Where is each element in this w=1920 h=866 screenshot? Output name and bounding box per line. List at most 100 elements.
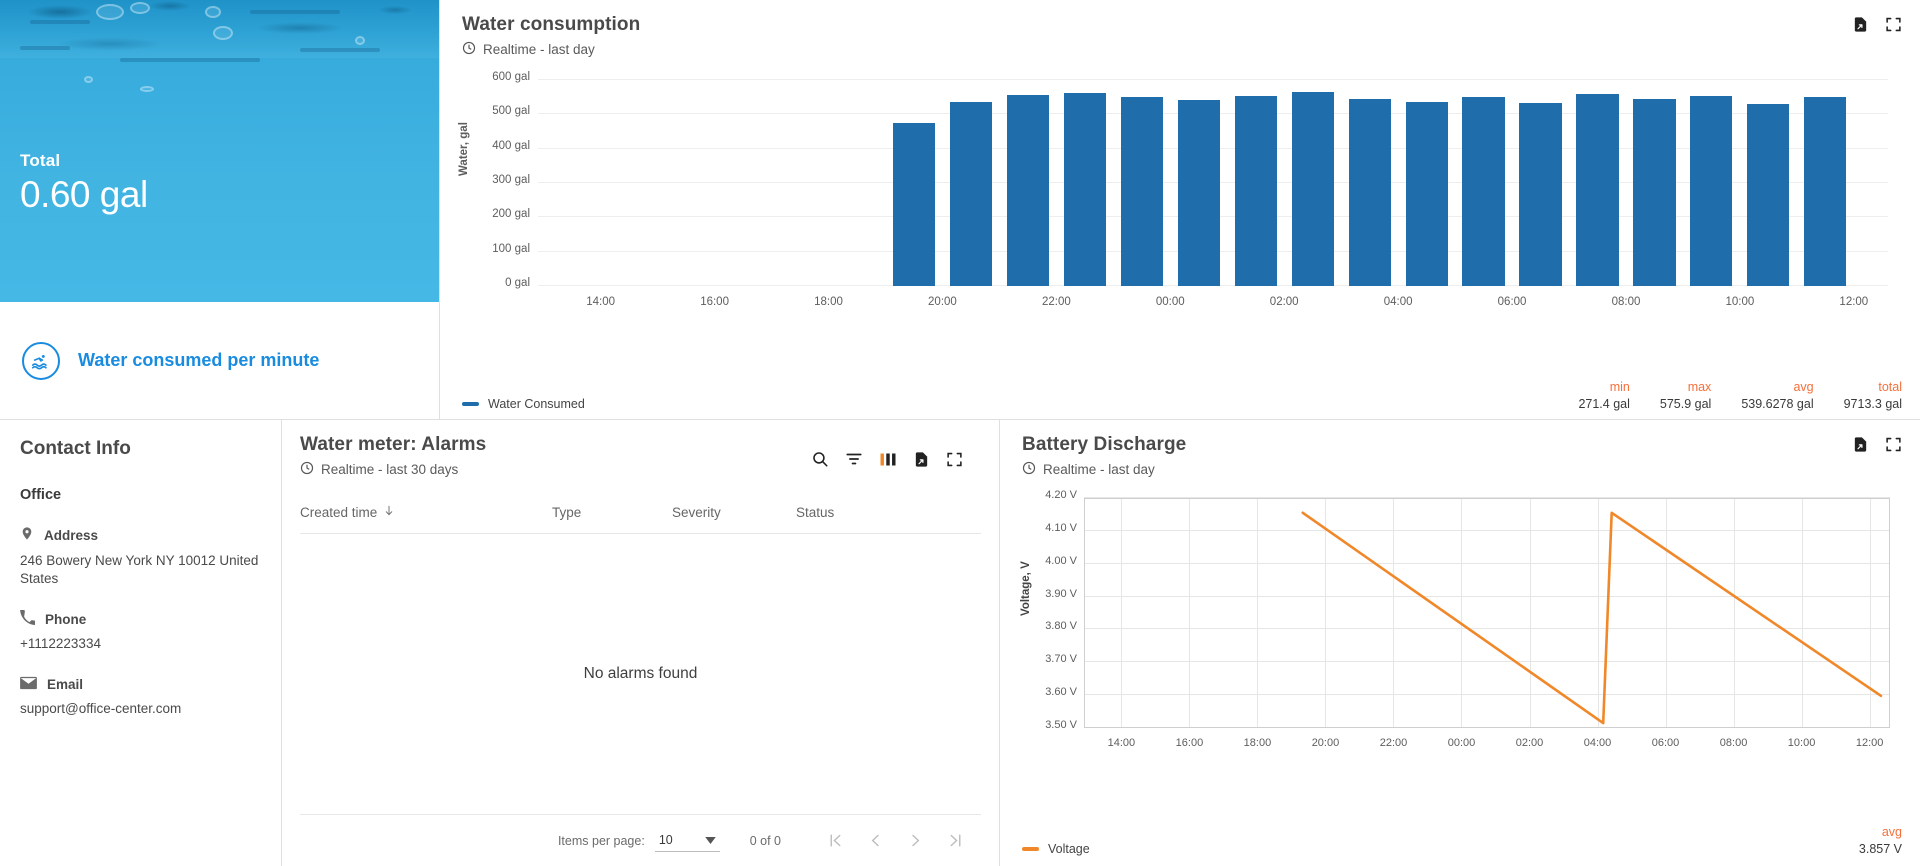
x-tick-label: 10:00 <box>1788 737 1816 749</box>
water-total-card: Total 0.60 gal Water consumed per minute <box>0 0 440 420</box>
contact-address-value: 246 Bowery New York NY 10012 United Stat… <box>20 552 261 588</box>
x-tick-label: 06:00 <box>1498 296 1527 308</box>
battery-title: Battery Discharge <box>1022 434 1898 456</box>
sort-descending-icon <box>383 504 395 520</box>
battery-subtitle-row: Realtime - last day <box>1022 461 1898 478</box>
water-streak-decor <box>30 20 90 24</box>
stat-key: avg <box>1741 380 1813 394</box>
column-header-severity[interactable]: Severity <box>672 504 796 520</box>
bar[interactable] <box>1519 103 1561 286</box>
bar[interactable] <box>1747 104 1789 286</box>
x-tick-label: 10:00 <box>1726 296 1755 308</box>
water-legend-item[interactable]: Water Consumed <box>462 397 585 411</box>
fullscreen-icon[interactable] <box>1885 436 1902 453</box>
stat-value: 3.857 V <box>1859 842 1902 856</box>
export-report-icon[interactable] <box>1852 436 1869 453</box>
bar[interactable] <box>1633 99 1675 286</box>
fullscreen-icon[interactable] <box>1885 16 1902 33</box>
water-streak-decor <box>300 48 380 52</box>
x-tick-label: 00:00 <box>1156 296 1185 308</box>
stat-item: avg 539.6278 gal <box>1741 380 1813 411</box>
x-tick-label: 12:00 <box>1839 296 1868 308</box>
column-header-type[interactable]: Type <box>552 504 672 520</box>
column-header-status[interactable]: Status <box>796 504 981 520</box>
y-tick-label: 3.60 V <box>1045 686 1077 698</box>
bar[interactable] <box>1121 97 1163 286</box>
x-tick-label: 12:00 <box>1856 737 1884 749</box>
page-range-label: 0 of 0 <box>750 834 781 848</box>
x-tick-label: 02:00 <box>1516 737 1544 749</box>
water-bubble-decor <box>205 6 221 18</box>
stat-item: avg3.857 V <box>1859 825 1902 856</box>
bar[interactable] <box>1235 96 1277 286</box>
battery-plot: Voltage, V 3.50 V3.60 V3.70 V3.80 V3.90 … <box>1022 492 1898 762</box>
water-consumed-per-minute-label: Water consumed per minute <box>78 350 319 371</box>
water-streak-decor <box>20 46 70 50</box>
previous-page-icon[interactable] <box>855 821 895 861</box>
pool-swimmer-icon <box>22 342 60 380</box>
battery-toolbar <box>1852 436 1902 453</box>
search-icon[interactable] <box>811 450 829 468</box>
water-consumption-plot: Water, gal 0 gal100 gal200 gal300 gal400… <box>462 72 1898 322</box>
y-tick-label: 3.70 V <box>1045 653 1077 665</box>
fullscreen-icon[interactable] <box>946 451 963 468</box>
stat-value: 539.6278 gal <box>1741 397 1813 411</box>
contact-address-head: Address <box>20 525 261 545</box>
items-per-page-value: 10 <box>659 833 673 847</box>
items-per-page-select[interactable]: 10 <box>655 830 720 852</box>
x-tick-label: 16:00 <box>1176 737 1204 749</box>
bar[interactable] <box>1007 95 1049 286</box>
export-report-icon[interactable] <box>913 451 930 468</box>
water-legend-label: Water Consumed <box>488 397 585 411</box>
water-hero-image: Total 0.60 gal <box>0 0 439 302</box>
bar[interactable] <box>1576 94 1618 286</box>
stat-value: 575.9 gal <box>1660 397 1711 411</box>
legend-color-swatch <box>1022 847 1039 851</box>
last-page-icon[interactable] <box>935 821 975 861</box>
clock-icon <box>1022 461 1036 478</box>
water-y-axis-title: Water, gal <box>458 122 470 176</box>
bar[interactable] <box>1064 93 1106 286</box>
stat-item: max 575.9 gal <box>1660 380 1711 411</box>
bar[interactable] <box>1462 97 1504 286</box>
column-header-created-time[interactable]: Created time <box>300 504 552 520</box>
clock-icon <box>300 461 314 478</box>
bar[interactable] <box>1406 102 1448 286</box>
water-consumption-subtitle: Realtime - last day <box>483 42 595 57</box>
water-stats-group: min271.4 galmax575.9 galavg539.6278 galt… <box>1578 380 1902 411</box>
first-page-icon[interactable] <box>815 821 855 861</box>
y-tick-label: 200 gal <box>492 208 530 220</box>
x-tick-label: 14:00 <box>586 296 615 308</box>
y-tick-label: 400 gal <box>492 140 530 152</box>
bar[interactable] <box>893 123 935 286</box>
battery-discharge-card: Battery Discharge Realtime - last day <box>1000 420 1920 866</box>
battery-legend-row: Voltage avg3.857 V <box>1022 825 1902 856</box>
water-streak-decor <box>120 58 260 62</box>
x-tick-label: 08:00 <box>1612 296 1641 308</box>
next-page-icon[interactable] <box>895 821 935 861</box>
water-bubble-decor <box>130 2 150 14</box>
stat-key: max <box>1660 380 1711 394</box>
contact-phone-head: Phone <box>20 610 261 628</box>
bar[interactable] <box>1690 96 1732 286</box>
x-tick-label: 18:00 <box>814 296 843 308</box>
battery-legend-item[interactable]: Voltage <box>1022 842 1090 856</box>
bar[interactable] <box>1804 97 1846 286</box>
x-tick-label: 06:00 <box>1652 737 1680 749</box>
bar[interactable] <box>950 102 992 286</box>
stat-key: total <box>1844 380 1902 394</box>
water-consumed-per-minute-row[interactable]: Water consumed per minute <box>0 302 439 419</box>
export-report-icon[interactable] <box>1852 16 1869 33</box>
water-bubble-decor <box>355 36 365 45</box>
filter-icon[interactable] <box>845 450 863 468</box>
contact-info-title: Contact Info <box>20 438 261 460</box>
location-pin-icon <box>20 525 34 545</box>
legend-color-swatch <box>462 402 479 406</box>
contact-phone-value: +1112223334 <box>20 635 261 653</box>
top-row: Total 0.60 gal Water consumed per minute <box>0 0 1920 420</box>
bar[interactable] <box>1292 92 1334 286</box>
columns-icon[interactable] <box>879 452 897 467</box>
battery-stats-group: avg3.857 V <box>1859 825 1902 856</box>
bar[interactable] <box>1349 99 1391 286</box>
bar[interactable] <box>1178 100 1220 286</box>
